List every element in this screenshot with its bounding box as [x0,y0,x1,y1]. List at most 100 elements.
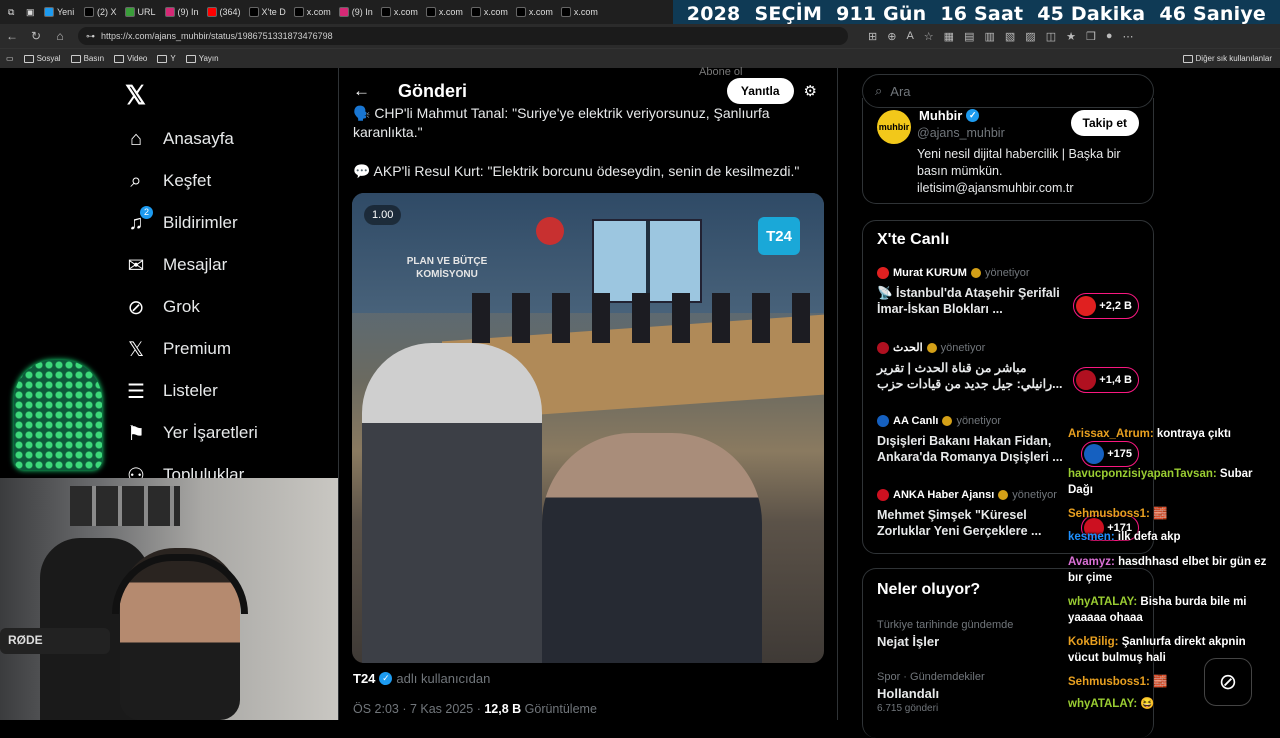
follow-button[interactable]: Takip et [1070,110,1139,136]
browser-tab[interactable]: x.com [377,2,422,22]
profile-bio: Yeni nesil dijital habercilik | Başka bi… [917,147,1121,195]
bookmark-folder[interactable]: Video [114,54,147,63]
search-icon: ⌕ [130,169,142,192]
browser-tab[interactable]: X'te D [245,2,290,22]
bookmark-import-icon[interactable]: ▭ [6,54,14,63]
chat-text: 🧱 [1153,676,1168,688]
live-title: X'te Canlı [877,231,950,248]
browser-tab[interactable]: Yeni [40,2,80,22]
browser-tab[interactable]: x.com [512,2,557,22]
extension-icon[interactable]: ▤ [964,30,974,43]
notification-badge: 2 [139,206,153,219]
tab-favicon-icon [293,7,304,17]
post-time[interactable]: ÖS 2:03 · 7 Kas 2025 · [353,702,484,716]
live-host-role: yönetiyor [940,341,986,354]
url-field[interactable]: ⊶ https://x.com/ajans_muhbir/status/1986… [78,27,848,45]
tab-label: (364) [219,7,241,17]
read-aloud-icon[interactable]: A [906,30,913,43]
x-logo-icon[interactable]: 𝕏 [125,80,146,111]
live-host-name: الحدث [893,342,923,354]
tab-label: x.com [393,7,418,17]
muhbir-logo[interactable]: muhbir [877,110,911,144]
bookmark-folder[interactable]: Sosyal [23,54,61,63]
live-listener-pill[interactable]: +1,4 B [1073,367,1139,393]
sidebar-item-bildirimler[interactable]: ♫ 2 Bildirimler [125,206,238,234]
view-label: Görüntüleme [521,702,597,716]
home-icon[interactable]: ⌂ [48,29,72,43]
filter-icon[interactable]: ⚙ [804,82,817,100]
grok-icon: ⊘ [127,296,145,319]
extension-icon[interactable]: ▥ [984,30,994,43]
reply-button[interactable]: Yanıtla [726,78,794,104]
countdown-hours: 16 Saat [940,3,1024,25]
live-title-text: 📡 İstanbul'da Ataşehir Şerifali İmar-İsk… [877,286,1060,316]
profile-name[interactable]: Muhbir [919,108,962,123]
extension-icon[interactable]: ▧ [1005,30,1015,43]
tab-favicon-icon [164,7,175,17]
browser-tab[interactable]: x.com [422,2,467,22]
bell-icon: ♫ 2 [125,206,153,234]
app-install-icon[interactable]: ⊞ [868,30,877,43]
sidebar-item-yer-i-şaretleri[interactable]: ⚑ Yer İşaretleri [125,422,258,445]
live-title-text: مباشر من قناة الحدث | تقرير رانيلي: جيل … [877,361,1063,391]
profile-avatar[interactable]: ● [1106,30,1113,43]
sidebar-item-premium[interactable]: 𝕏 Premium [125,338,231,361]
verified-badge-icon: ✓ [379,672,393,685]
profile-card: muhbir Muhbir ✓ @ajans_muhbir Takip et Y… [862,98,1154,204]
collections-icon[interactable]: ❒ [1086,30,1096,43]
verified-badge-icon: ✓ [966,109,980,122]
split-screen-icon[interactable]: ◫ [1046,30,1056,43]
back-arrow-icon[interactable]: ← [353,81,370,101]
chat-username: Sehmusboss1: [1068,508,1150,520]
tab-label: (2) X [97,7,117,17]
post-video[interactable]: PLAN VE BÜTÇE KOMİSYONU 1.00 T24 [352,193,824,663]
browser-tab[interactable]: URL [121,2,161,22]
sidebar-item-anasayfa[interactable]: ⌂ Anasayfa [125,128,234,150]
verified-badge-icon [926,342,937,353]
sidebar-item-keşfet[interactable]: ⌕ Keşfet [125,170,211,192]
browser-tab[interactable]: x.com [557,2,602,22]
verified-badge-icon [998,490,1009,500]
menu-icon[interactable]: ⋯ [1123,30,1134,43]
favorite-star-icon[interactable]: ☆ [924,30,934,43]
listener-avatar [1076,296,1097,316]
tab-favicon-icon [380,7,391,17]
favorites-icon[interactable]: ★ [1066,30,1076,43]
bookmark-folder[interactable]: Basın [70,54,104,63]
back-icon[interactable]: ← [0,29,24,43]
sidebar-item-listeler[interactable]: ☰ Listeler [125,380,218,403]
bookmark-folder[interactable]: Yayın [185,54,219,63]
live-host-row: الحدث yönetiyor [877,341,1147,354]
sidebar-item-label: Mesajlar [163,255,228,274]
sidebar-item-grok[interactable]: ⊘ Grok [125,296,200,319]
other-bookmarks[interactable]: Diğer sık kullanılanlar [1182,54,1272,63]
browser-tab[interactable]: (364) [203,2,245,22]
browser-tab[interactable]: x.com [290,2,335,22]
tab-actions-icon[interactable]: ▣ [22,2,40,22]
chat-message: kesmen: ilk defa akp [1068,529,1278,545]
browser-tab[interactable]: (9) In [335,2,377,22]
listener-count: +1,4 B [1099,374,1132,386]
playback-speed[interactable]: 1.00 [364,205,402,225]
committee-emblem [536,217,564,245]
chat-message: Arissax_Atrum: kontraya çıktı [1068,426,1278,442]
grok-float-button[interactable]: ⊘ [1204,658,1252,706]
zoom-icon[interactable]: ⊕ [887,30,896,43]
video-source: T24 ✓ adlı kullanıcıdan [353,671,490,686]
bookmark-folder[interactable]: Y [157,54,176,63]
site-info-icon[interactable]: ⊶ [86,31,95,42]
extension-icon[interactable]: ▨ [1025,30,1035,43]
tab-label: (9) In [351,7,373,17]
browser-tab[interactable]: (9) In [161,2,203,22]
workspaces-icon[interactable]: ⧉ [4,2,22,22]
tab-label: X'te D [261,7,286,17]
source-name[interactable]: T24 [353,671,375,686]
extension-icon[interactable]: ▦ [944,30,954,43]
tab-favicon-icon [206,7,217,17]
live-listener-pill[interactable]: +2,2 B [1073,293,1139,319]
refresh-icon[interactable]: ↻ [24,29,48,43]
live-listener-pill[interactable]: +175 [1081,441,1139,467]
browser-tab[interactable]: x.com [467,2,512,22]
sidebar-item-mesajlar[interactable]: ✉ Mesajlar [125,254,228,277]
browser-tab[interactable]: (2) X [80,2,121,22]
